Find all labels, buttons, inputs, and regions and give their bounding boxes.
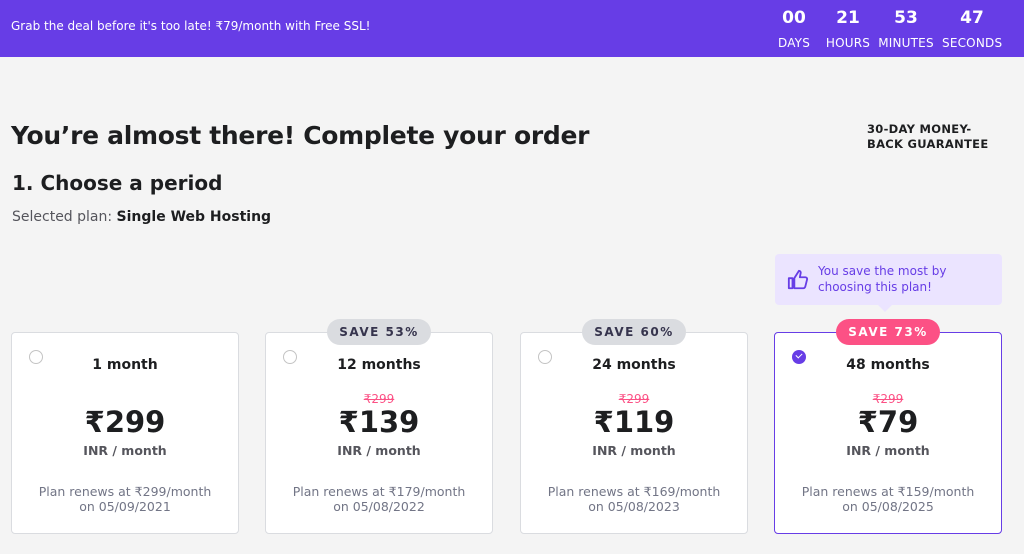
countdown-label: HOURS bbox=[825, 36, 871, 50]
plan-price: ₹119 bbox=[593, 405, 675, 439]
savings-badge: SAVE 60% bbox=[582, 319, 686, 345]
renewal-price: Plan renews at ₹159/month bbox=[801, 484, 975, 499]
renewal-price: Plan renews at ₹299/month bbox=[38, 484, 212, 499]
plan-period: 1 month bbox=[92, 357, 158, 373]
countdown-value: 47 bbox=[960, 8, 984, 28]
countdown-label: SECONDS bbox=[942, 36, 1003, 50]
countdown-label: MINUTES bbox=[878, 36, 934, 50]
countdown-value: 53 bbox=[894, 8, 918, 28]
best-value-tip: You save the most by choosing this plan! bbox=[775, 254, 1002, 312]
renewal-price: Plan renews at ₹169/month bbox=[547, 484, 721, 499]
countdown-days: 00 DAYS bbox=[764, 8, 824, 51]
plan-price-unit: INR / month bbox=[83, 443, 167, 458]
promo-banner: Grab the deal before it's too late! ₹79/… bbox=[0, 0, 1024, 57]
savings-badge: SAVE 53% bbox=[327, 319, 431, 345]
plan-price-unit: INR / month bbox=[337, 443, 421, 458]
plan-period: 48 months bbox=[846, 357, 930, 373]
selected-plan-line: Selected plan: Single Web Hosting bbox=[12, 209, 271, 225]
page-title: You’re almost there! Complete your order bbox=[11, 121, 590, 150]
renewal-date: on 05/08/2025 bbox=[842, 499, 934, 514]
renewal-date: on 05/08/2022 bbox=[333, 499, 425, 514]
plan-price: ₹79 bbox=[857, 405, 919, 439]
countdown-value: 00 bbox=[782, 8, 806, 28]
money-back-guarantee: 30-DAY MONEY-BACK GUARANTEE bbox=[867, 122, 989, 151]
plan-renewal-info: Plan renews at ₹299/month on 05/09/2021 bbox=[12, 484, 238, 514]
plan-card-12-months[interactable]: 12 months ₹299 ₹139 INR / month Plan ren… bbox=[265, 332, 493, 534]
renewal-date: on 05/08/2023 bbox=[588, 499, 680, 514]
promo-text: Grab the deal before it's too late! ₹79/… bbox=[11, 19, 371, 33]
renewal-price: Plan renews at ₹179/month bbox=[292, 484, 466, 499]
plan-renewal-info: Plan renews at ₹159/month on 05/08/2025 bbox=[775, 484, 1001, 514]
savings-badge: SAVE 73% bbox=[836, 319, 940, 345]
plan-price-unit: INR / month bbox=[592, 443, 676, 458]
plan-price: ₹299 bbox=[84, 405, 166, 439]
plan-period: 12 months bbox=[337, 357, 421, 373]
plan-original-price: ₹299 bbox=[872, 392, 904, 406]
countdown-label: DAYS bbox=[777, 36, 811, 50]
plan-card-1-month[interactable]: 1 month ₹299 INR / month Plan renews at … bbox=[11, 332, 239, 534]
selected-plan-name: Single Web Hosting bbox=[116, 209, 272, 225]
renewal-date: on 05/09/2021 bbox=[79, 499, 171, 514]
plan-card-48-months[interactable]: 48 months ₹299 ₹79 INR / month Plan rene… bbox=[774, 332, 1002, 534]
selected-plan-label: Selected plan: bbox=[12, 209, 113, 225]
plan-original-price: ₹299 bbox=[618, 392, 650, 406]
tip-text: You save the most by choosing this plan! bbox=[818, 264, 947, 294]
step-title: 1. Choose a period bbox=[12, 171, 223, 195]
countdown-seconds: 47 SECONDS bbox=[942, 8, 1002, 51]
plan-card-24-months[interactable]: 24 months ₹299 ₹119 INR / month Plan ren… bbox=[520, 332, 748, 534]
countdown-hours: 21 HOURS bbox=[818, 8, 878, 51]
plan-renewal-info: Plan renews at ₹169/month on 05/08/2023 bbox=[521, 484, 747, 514]
countdown-value: 21 bbox=[836, 8, 860, 28]
plan-price-unit: INR / month bbox=[846, 443, 930, 458]
plan-original-price: ₹299 bbox=[363, 392, 395, 406]
plan-period: 24 months bbox=[592, 357, 676, 373]
countdown-minutes: 53 MINUTES bbox=[876, 8, 936, 51]
plan-price: ₹139 bbox=[338, 405, 420, 439]
plan-renewal-info: Plan renews at ₹179/month on 05/08/2022 bbox=[266, 484, 492, 514]
thumbs-up-icon bbox=[787, 269, 809, 290]
